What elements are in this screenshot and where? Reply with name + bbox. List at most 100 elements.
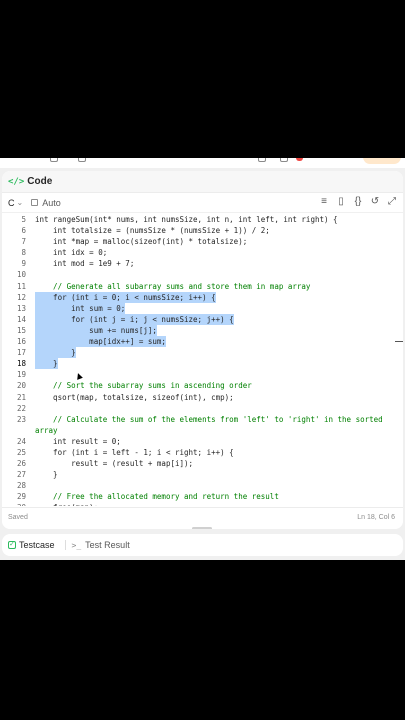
code-line[interactable]: 10 xyxy=(2,269,403,280)
code-line[interactable]: 30 free(map); xyxy=(2,502,403,506)
line-number: 12 xyxy=(16,292,26,302)
code-text: // Calculate the sum of the elements fro… xyxy=(35,414,383,424)
code-line[interactable]: 24 int result = 0; xyxy=(2,436,403,447)
line-number: 14 xyxy=(16,314,26,324)
code-text: } xyxy=(35,358,58,370)
note-icon[interactable] xyxy=(50,158,58,162)
flame-icon[interactable] xyxy=(280,158,288,162)
ide-screen: </> Code C ⌄ Auto ≡ ▯ {} ↺ ⤢ 5 int rangeS… xyxy=(0,158,405,560)
settings-icon[interactable] xyxy=(258,158,266,162)
line-number: 8 xyxy=(21,248,26,258)
code-text: int rangeSum(int* nums, int numsSize, in… xyxy=(35,215,338,224)
braces-icon[interactable]: {} xyxy=(353,196,363,207)
code-line[interactable]: 17 } xyxy=(2,347,403,359)
code-line[interactable]: 16 map[idx++] = sum; xyxy=(2,336,403,348)
code-line[interactable]: 18 } xyxy=(2,358,403,370)
code-text: int result = 0; xyxy=(35,436,121,446)
tab-testcase[interactable]: ✓ Testcase xyxy=(8,540,55,550)
tab-divider xyxy=(64,540,66,550)
code-line[interactable]: 28 xyxy=(2,480,403,491)
terminal-icon: >_ xyxy=(71,540,82,550)
line-number: 24 xyxy=(16,436,26,446)
code-text: // Sort the subarray sums in ascending o… xyxy=(35,381,252,391)
code-line[interactable]: 19 xyxy=(2,369,403,380)
code-line[interactable]: 29 // Free the allocated memory and retu… xyxy=(2,491,403,502)
line-number: 11 xyxy=(16,281,26,291)
code-text: int totalsize = (numsSize * (numsSize + … xyxy=(35,226,270,236)
code-panel: </> Code C ⌄ Auto ≡ ▯ {} ↺ ⤢ 5 int rangeS… xyxy=(2,171,403,529)
code-text: array xyxy=(35,425,58,435)
line-number: 19 xyxy=(16,370,26,380)
cursor-position: Ln 18, Col 6 xyxy=(357,514,395,521)
code-line[interactable]: 9 int mod = 1e9 + 7; xyxy=(2,258,403,269)
code-icon: </> xyxy=(8,176,25,187)
code-line[interactable]: 15 sum += nums[j]; xyxy=(2,324,403,337)
code-text: int idx = 0; xyxy=(35,248,108,258)
line-number: 5 xyxy=(21,215,26,224)
format-icon[interactable]: ≡ xyxy=(319,196,329,207)
line-number: 25 xyxy=(16,447,26,457)
code-line[interactable]: 6 int totalsize = (numsSize * (numsSize … xyxy=(2,225,403,236)
code-line[interactable]: 25 for (int i = left - 1; i < right; i++… xyxy=(2,447,403,458)
line-number: 28 xyxy=(16,481,26,491)
resize-handle[interactable] xyxy=(192,527,212,529)
code-line[interactable]: 5 int rangeSum(int* nums, int numsSize, i… xyxy=(2,214,403,225)
line-number: 30 xyxy=(2,502,26,506)
streak-badge xyxy=(296,158,303,161)
line-number: 16 xyxy=(16,337,26,347)
code-line[interactable]: 22 xyxy=(2,403,403,414)
code-line[interactable]: 11 // Generate all subarray sums and sto… xyxy=(2,281,403,292)
bookmark-icon[interactable]: ▯ xyxy=(336,196,346,207)
code-text: for (int i = 0; i < numsSize; i++) { xyxy=(35,291,216,303)
premium-button[interactable] xyxy=(363,158,401,164)
panel-header: </> Code xyxy=(2,171,403,193)
scrollbar-marker[interactable] xyxy=(395,341,403,342)
code-text: for (int i = left - 1; i < right; i++) { xyxy=(35,447,234,457)
code-text: } xyxy=(35,347,76,359)
line-number: 15 xyxy=(16,325,26,335)
code-line[interactable]: 12 for (int i = 0; i < numsSize; i++) { xyxy=(2,291,403,303)
tab-test-result[interactable]: >_ Test Result xyxy=(72,540,130,550)
code-line[interactable]: 20 // Sort the subarray sums in ascendin… xyxy=(2,380,403,391)
code-text: free(map); xyxy=(35,502,98,506)
line-number: 23 xyxy=(16,414,26,424)
line-number: 13 xyxy=(16,303,26,313)
code-text: for (int j = i; j < numsSize; j++) { xyxy=(35,313,234,325)
line-number: 20 xyxy=(16,381,26,391)
language-select[interactable]: C xyxy=(8,198,15,208)
code-line[interactable]: 7 int *map = malloc(sizeof(int) * totals… xyxy=(2,236,403,247)
panel-title: Code xyxy=(27,176,53,187)
code-line[interactable]: 8 int idx = 0; xyxy=(2,247,403,258)
code-line[interactable]: 21 qsort(map, totalsize, sizeof(int), cm… xyxy=(2,392,403,403)
code-text: int mod = 1e9 + 7; xyxy=(35,259,135,269)
line-number: 18 xyxy=(16,359,26,369)
code-editor[interactable]: 5 int rangeSum(int* nums, int numsSize, i… xyxy=(2,214,403,506)
expand-icon[interactable]: ⤢ xyxy=(387,196,397,207)
code-text: qsort(map, totalsize, sizeof(int), cmp); xyxy=(35,392,234,402)
lock-icon xyxy=(31,199,39,206)
saved-status: Saved xyxy=(8,514,28,521)
code-line[interactable]: 23 // Calculate the sum of the elements … xyxy=(2,414,403,425)
code-line[interactable]: 26 result = (result + map[i]); xyxy=(2,458,403,469)
bookmark-icon[interactable] xyxy=(78,158,86,162)
chevron-down-icon[interactable]: ⌄ xyxy=(17,198,24,207)
code-text: } xyxy=(35,470,58,480)
status-bar: Saved Ln 18, Col 6 xyxy=(2,507,403,529)
code-text: int *map = malloc(sizeof(int) * totalsiz… xyxy=(35,237,248,247)
code-line[interactable]: 27 } xyxy=(2,469,403,480)
auto-mode-label[interactable]: Auto xyxy=(42,198,61,208)
code-text: map[idx++] = sum; xyxy=(35,336,166,348)
code-line[interactable]: 14 for (int j = i; j < numsSize; j++) { xyxy=(2,313,403,325)
code-text: sum += nums[j]; xyxy=(35,324,157,337)
code-line[interactable]: array xyxy=(2,425,403,436)
top-toolbar-clipped xyxy=(0,158,405,168)
line-number: 26 xyxy=(16,459,26,469)
code-text: // Generate all subarray sums and store … xyxy=(35,281,311,291)
line-number: 27 xyxy=(16,470,26,480)
reset-icon[interactable]: ↺ xyxy=(370,196,380,207)
code-text: // Free the allocated memory and return … xyxy=(35,492,279,502)
bottom-tabs: ✓ Testcase >_ Test Result xyxy=(2,534,403,556)
toolbar-actions: ≡ ▯ {} ↺ ⤢ xyxy=(319,196,397,207)
code-line[interactable]: 13 int sum = 0; xyxy=(2,302,403,314)
line-number: 10 xyxy=(16,270,26,280)
